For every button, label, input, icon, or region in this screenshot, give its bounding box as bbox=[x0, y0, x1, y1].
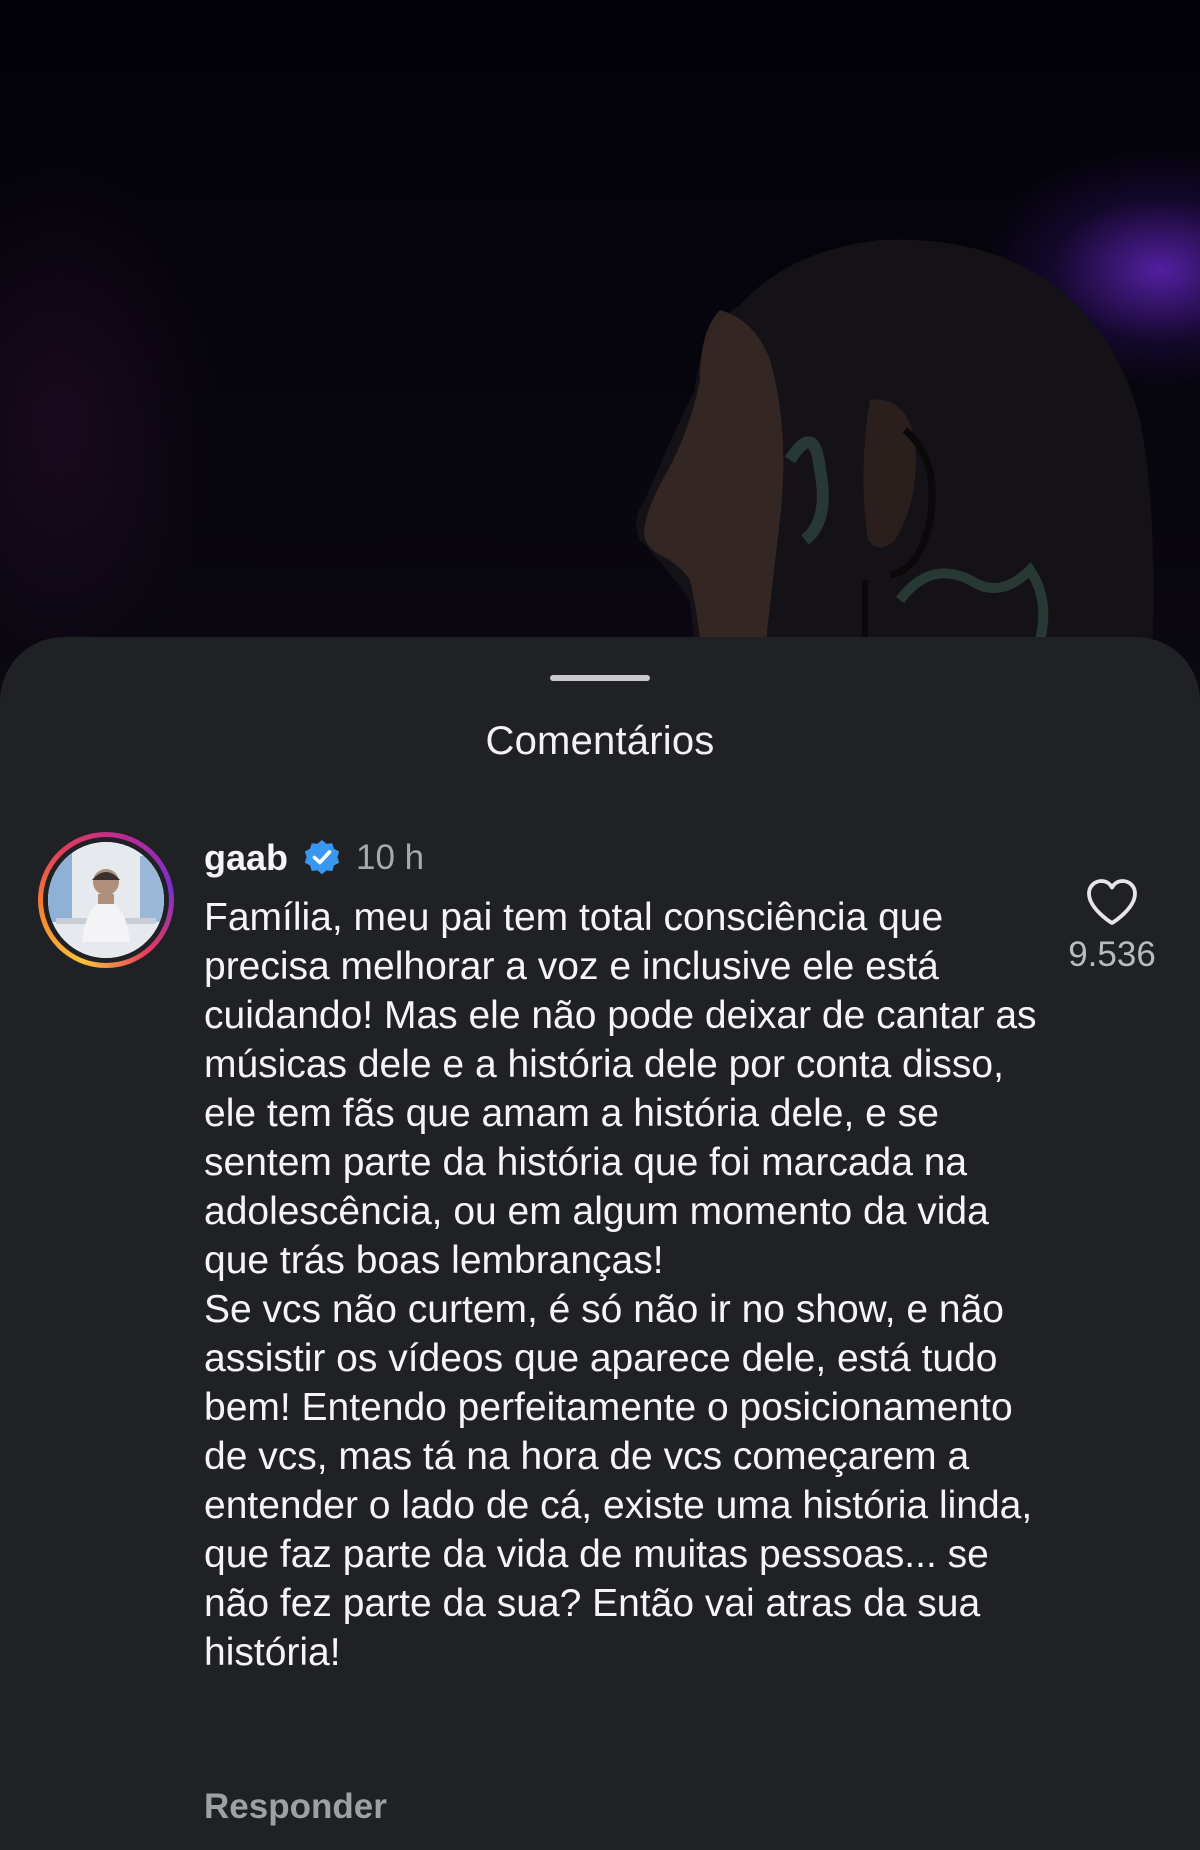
video-frame-image bbox=[636, 239, 1154, 700]
comment-username[interactable]: gaab bbox=[204, 837, 288, 879]
like-count: 9.536 bbox=[1068, 935, 1156, 974]
verified-badge-icon bbox=[304, 840, 340, 875]
video-background[interactable] bbox=[0, 0, 1200, 700]
heart-outline-icon[interactable] bbox=[1085, 877, 1139, 927]
comment-paragraph: Se vcs não curtem, é só não ir no show, … bbox=[204, 1288, 1033, 1674]
like-group: 9.536 bbox=[1050, 877, 1174, 975]
comment-header: gaab 10 h bbox=[204, 833, 424, 883]
comment-text: Família, meu pai tem total consciência q… bbox=[204, 893, 1044, 1677]
screen: Comentários gaab 10 h Família, meu pai t… bbox=[0, 0, 1200, 1850]
avatar[interactable] bbox=[48, 842, 164, 958]
comments-sheet: Comentários gaab 10 h Família, meu pai t… bbox=[0, 637, 1200, 1850]
reply-button[interactable]: Responder bbox=[204, 1787, 387, 1827]
avatar-photo bbox=[48, 842, 164, 958]
comment-timestamp: 10 h bbox=[356, 838, 425, 877]
sheet-title: Comentários bbox=[485, 719, 715, 763]
avatar-story-ring[interactable] bbox=[38, 832, 174, 968]
drag-handle[interactable] bbox=[550, 675, 650, 681]
comment-paragraph: Família, meu pai tem total consciência q… bbox=[204, 896, 1037, 1282]
